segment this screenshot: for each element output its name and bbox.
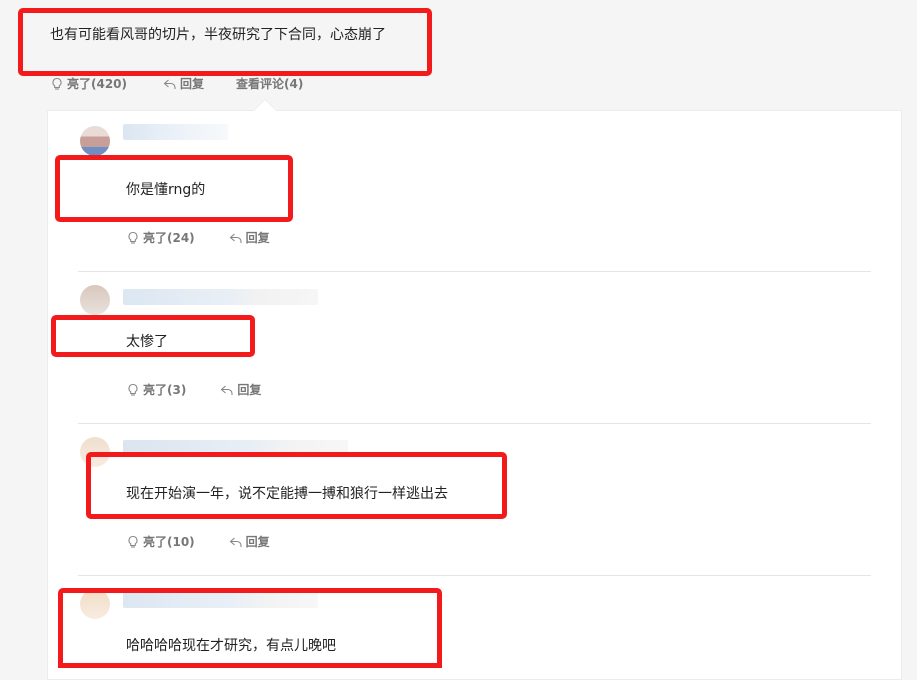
reply-text: 现在开始演一年，说不定能搏一搏和狼行一样逃出去 [126,486,448,502]
username-blurred[interactable] [123,289,318,305]
divider [78,271,871,272]
like-button[interactable]: 亮了(3) [126,382,186,398]
reply-arrow-icon [229,537,242,547]
bulb-icon [128,231,138,244]
username-blurred[interactable] [123,124,228,140]
view-comments-button[interactable]: 查看评论(4) [236,76,303,92]
reply-actions: 亮了(3) 回复 [126,382,261,398]
like-button[interactable]: 亮了(24) [126,230,195,246]
reply-arrow-icon [229,233,242,243]
reply-button[interactable]: 回复 [163,76,204,92]
main-comment-text: 也有可能看风哥的切片，半夜研究了下合同，心态崩了 [50,27,386,43]
avatar[interactable] [80,126,110,156]
avatar[interactable] [80,437,110,467]
like-button[interactable]: 亮了(420) [50,76,127,92]
reply-label: 回复 [237,383,262,397]
reply-arrow-icon [163,79,176,89]
reply-label: 回复 [245,231,270,245]
reply-text: 太惨了 [126,334,168,350]
reply-arrow-icon [220,385,233,395]
reply-button[interactable]: 回复 [229,534,270,550]
bulb-icon [128,535,138,548]
bulb-icon [52,77,62,90]
reply-actions: 亮了(10) 回复 [126,534,270,550]
view-comments-label: 查看评论(4) [236,77,304,91]
username-blurred[interactable] [123,592,318,608]
avatar[interactable] [80,285,110,315]
reply-actions: 亮了(24) 回复 [126,230,270,246]
reply-button[interactable]: 回复 [229,230,270,246]
username-blurred[interactable] [123,440,348,456]
reply-label: 回复 [245,535,270,549]
reply-label: 回复 [180,77,205,91]
divider [78,575,871,576]
reply-text: 哈哈哈哈现在才研究，有点儿晚吧 [126,638,336,654]
like-count: 亮了(10) [143,535,195,549]
like-count: 亮了(24) [143,231,195,245]
bulb-icon [128,383,138,396]
reply-text: 你是懂rng的 [126,182,206,198]
panel-caret [254,100,276,111]
like-count: 亮了(3) [143,383,187,397]
divider [78,423,871,424]
reply-button[interactable]: 回复 [220,382,261,398]
main-comment-actions: 亮了(420) 回复 查看评论(4) [50,76,303,92]
avatar[interactable] [80,589,110,619]
like-button[interactable]: 亮了(10) [126,534,195,550]
like-count: 亮了(420) [67,77,128,91]
